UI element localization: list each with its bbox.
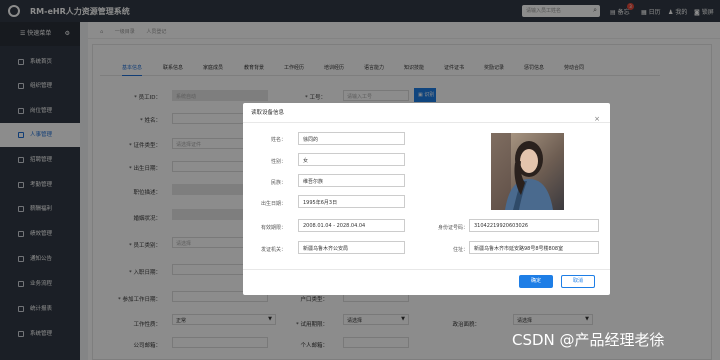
modal-field-label: 发证机关： xyxy=(260,247,286,253)
cancel-button[interactable]: 取消 xyxy=(561,275,595,288)
modal-field-label: 身份证号码： xyxy=(437,225,468,231)
id-photo xyxy=(491,133,564,210)
dialog-title: 读取设备信息 × xyxy=(243,103,610,123)
modal-field-label: 有效期限： xyxy=(260,225,286,231)
confirm-button[interactable]: 确定 xyxy=(519,275,553,288)
modal-validity-field[interactable]: 2008.01.04 - 2028.04.04 xyxy=(298,219,405,232)
modal-gender-field[interactable]: 女 xyxy=(298,153,405,166)
portrait-image xyxy=(491,133,564,210)
dialog-title-text: 读取设备信息 xyxy=(251,110,285,116)
modal-id-number-field[interactable]: 31042219920603026 xyxy=(469,219,599,232)
modal-field-label: 性别： xyxy=(270,159,286,165)
modal-field-label: 姓名： xyxy=(270,137,286,143)
modal-field-label: 出生日期： xyxy=(260,201,286,207)
modal-ethnicity-field[interactable]: 维吾尔族 xyxy=(298,174,405,187)
dialog-footer xyxy=(243,269,610,295)
modal-field-label: 住址： xyxy=(452,247,468,253)
modal-field-label: 民族： xyxy=(270,180,286,186)
close-icon[interactable]: × xyxy=(594,109,600,129)
modal-address-field[interactable]: 新疆乌鲁木齐市延安路98号8号楼808室 xyxy=(469,241,599,254)
watermark-text: CSDN @产品经理老徐 xyxy=(512,331,665,349)
modal-name-field[interactable]: 徐同的 xyxy=(298,132,405,145)
modal-issuer-field[interactable]: 新疆乌鲁木齐公安局 xyxy=(298,241,405,254)
modal-birthdate-field[interactable]: 1995年6月3日 xyxy=(298,195,405,208)
